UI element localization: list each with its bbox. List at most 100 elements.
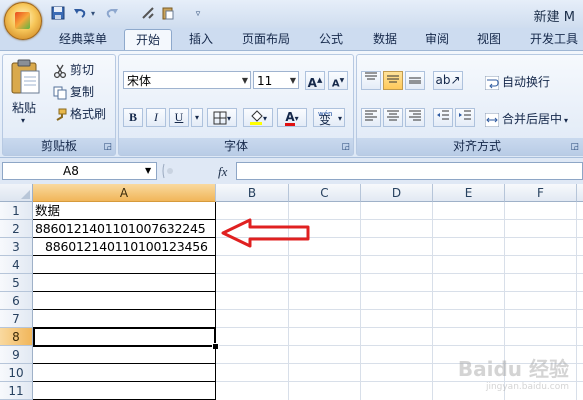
tab-formulas[interactable]: 公式: [308, 29, 354, 49]
redo-icon[interactable]: [104, 6, 120, 22]
column-header-a[interactable]: A: [33, 184, 216, 202]
title-bar: ▾ ▿ 新建 M: [0, 0, 583, 29]
office-button[interactable]: [4, 2, 42, 40]
select-all-button[interactable]: [0, 184, 33, 202]
chevron-down-icon: ▾: [564, 116, 569, 125]
tab-classic-menu[interactable]: 经典菜单: [50, 29, 116, 49]
tab-data[interactable]: 数据: [362, 29, 408, 49]
merge-center-button[interactable]: 合并后居中 ▾: [484, 110, 569, 127]
orientation-button[interactable]: ab↗: [433, 71, 463, 90]
align-middle-button[interactable]: [383, 71, 403, 90]
tab-home[interactable]: 开始: [124, 29, 172, 50]
wrap-text-icon: [484, 75, 500, 90]
worksheet-grid[interactable]: A B C D E F 1 2 3 4 5 6 7 8 9 10 11 数据 8…: [0, 184, 583, 400]
column-header-e[interactable]: E: [433, 184, 505, 202]
format-painter-button[interactable]: 格式刷: [53, 105, 106, 122]
row-header-8[interactable]: 8: [0, 328, 33, 346]
tab-review[interactable]: 审阅: [414, 29, 460, 49]
align-left-button[interactable]: [361, 108, 381, 127]
underline-dropdown-icon[interactable]: ▾: [191, 108, 203, 127]
cell-a8-active[interactable]: [33, 327, 216, 347]
cell-a9[interactable]: [33, 346, 216, 364]
cell-a1[interactable]: 数据: [33, 202, 216, 220]
watermark-text: Baidu 经验: [457, 357, 569, 381]
align-right-button[interactable]: [405, 108, 425, 127]
clipboard-group-label: 剪贴板: [3, 138, 115, 155]
column-header-g[interactable]: [577, 184, 583, 202]
name-box[interactable]: A8 ▼: [2, 162, 157, 180]
column-header-d[interactable]: D: [361, 184, 433, 202]
column-header-c[interactable]: C: [289, 184, 361, 202]
cell-a7[interactable]: [33, 310, 216, 328]
increase-indent-button[interactable]: [455, 108, 475, 127]
insert-function-button[interactable]: fx: [218, 164, 227, 180]
font-color-button[interactable]: A▾: [277, 108, 307, 127]
customize-icon[interactable]: ▿: [190, 6, 206, 22]
font-launcher-icon[interactable]: ◲: [341, 142, 350, 152]
alignment-group: ab↗ 自动换行 合并后居中 ▾ 对齐方式 ◲: [356, 54, 583, 156]
row-header-1[interactable]: 1: [0, 202, 33, 220]
row-header-11[interactable]: 11: [0, 382, 33, 400]
phonetic-button[interactable]: wén 变 ▾: [313, 108, 345, 127]
column-header-b[interactable]: B: [216, 184, 289, 202]
watermark: Baidu 经验 jingyan.baidu.com: [458, 353, 569, 392]
align-bottom-button[interactable]: [405, 71, 425, 90]
font-name-combo[interactable]: 宋体 ▼: [123, 71, 251, 89]
align-top-button[interactable]: [361, 71, 381, 90]
cell-a10[interactable]: [33, 364, 216, 382]
cell-a4[interactable]: [33, 256, 216, 274]
merge-center-label: 合并后居中: [502, 112, 563, 126]
fill-color-button[interactable]: ▾: [243, 108, 273, 127]
grow-font-button[interactable]: A▲: [305, 71, 325, 90]
format-icon[interactable]: [140, 6, 156, 22]
italic-button[interactable]: I: [146, 108, 166, 127]
chevron-down-icon[interactable]: ▼: [145, 163, 151, 179]
font-size-combo[interactable]: 11 ▼: [253, 71, 299, 89]
scissors-icon: [53, 64, 67, 78]
cell-a6[interactable]: [33, 292, 216, 310]
decrease-indent-icon: [437, 110, 449, 120]
tab-view[interactable]: 视图: [466, 29, 512, 49]
row-header-6[interactable]: 6: [0, 292, 33, 310]
cell-a11[interactable]: [33, 382, 216, 400]
cell-a2[interactable]: 886012140110100763224​5: [33, 220, 216, 238]
row-header-9[interactable]: 9: [0, 346, 33, 364]
tab-insert[interactable]: 插入: [178, 29, 224, 49]
alignment-launcher-icon[interactable]: ◲: [570, 142, 579, 152]
align-center-button[interactable]: [383, 108, 403, 127]
tab-page-layout[interactable]: 页面布局: [234, 29, 298, 49]
border-button[interactable]: ▾: [207, 108, 237, 127]
cut-button[interactable]: 剪切: [53, 61, 94, 78]
underline-button[interactable]: U: [169, 108, 189, 127]
row-header-7[interactable]: 7: [0, 310, 33, 328]
shrink-font-button[interactable]: A▼: [328, 71, 348, 90]
tab-developer[interactable]: 开发工具: [522, 29, 583, 49]
row-header-3[interactable]: 3: [0, 238, 33, 256]
paste-button[interactable]: 粘贴: [12, 99, 36, 116]
cut-label: 剪切: [70, 63, 95, 77]
row-header-5[interactable]: 5: [0, 274, 33, 292]
bold-button[interactable]: B: [123, 108, 143, 127]
font-size-value: 11: [257, 74, 273, 88]
row-header-2[interactable]: 2: [0, 220, 33, 238]
paste-dropdown-icon[interactable]: ▾: [21, 116, 25, 125]
cell-a3[interactable]: 88601214011010012345​6: [33, 238, 216, 256]
save-icon[interactable]: [50, 6, 66, 22]
row-header-10[interactable]: 10: [0, 364, 33, 382]
gridline: [360, 202, 361, 400]
copy-icon: [53, 86, 67, 100]
cell-a5[interactable]: [33, 274, 216, 292]
decrease-indent-button[interactable]: [433, 108, 453, 127]
window-title: 新建 M: [533, 10, 575, 25]
formula-input[interactable]: [236, 162, 583, 180]
row-header-4[interactable]: 4: [0, 256, 33, 274]
copy-button[interactable]: 复制: [53, 83, 94, 100]
clipboard-launcher-icon[interactable]: ◲: [103, 142, 112, 152]
column-header-f[interactable]: F: [505, 184, 577, 202]
paste-icon[interactable]: [9, 59, 43, 97]
undo-icon[interactable]: [72, 6, 88, 22]
undo-dropdown-icon[interactable]: ▾: [88, 6, 98, 22]
red-arrow-annotation: [221, 218, 310, 248]
wrap-text-button[interactable]: 自动换行: [484, 73, 550, 90]
paste-icon-small[interactable]: [160, 6, 176, 22]
